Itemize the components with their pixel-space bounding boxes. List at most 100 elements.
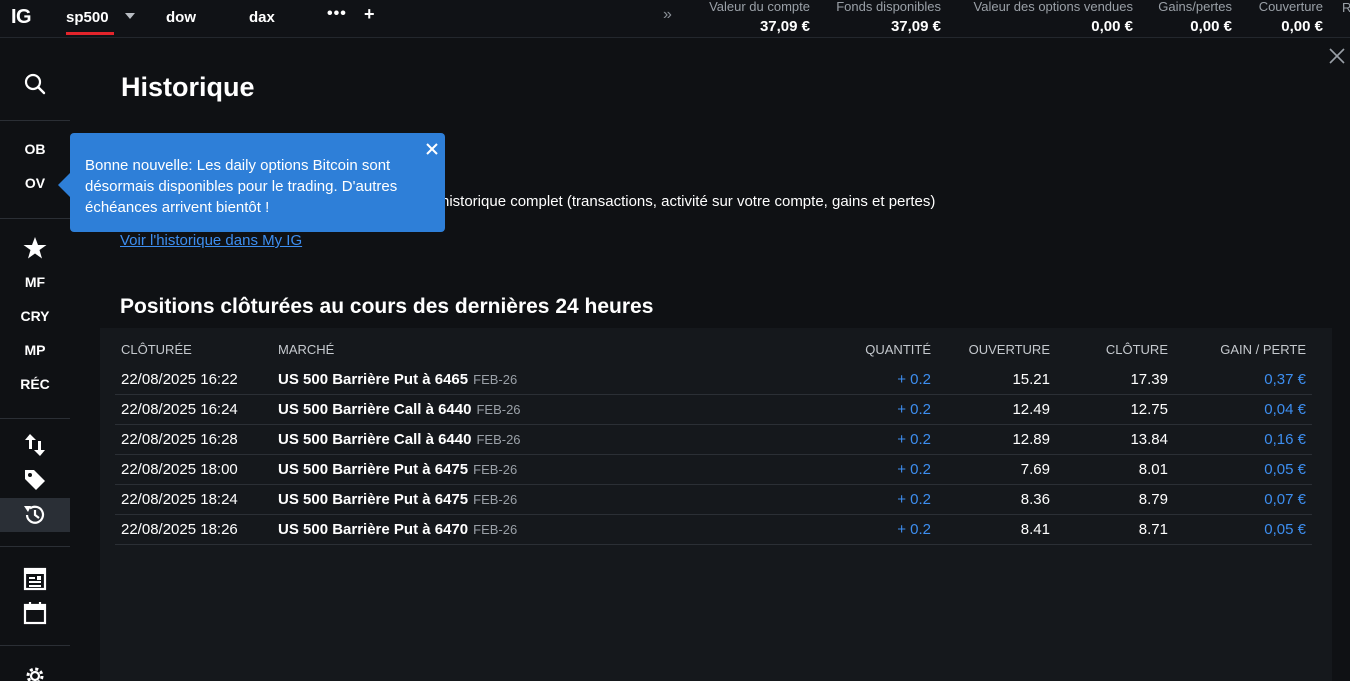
cell-profit-loss: 0,37 € — [1264, 371, 1306, 388]
close-icon[interactable] — [424, 141, 440, 157]
sidebar-divider — [0, 120, 70, 121]
metric-available-funds: Fonds disponibles 37,09 € — [836, 0, 941, 37]
metric-value: 37,09 € — [759, 18, 810, 35]
metric-account-value: Valeur du compte 37,09 € — [709, 0, 810, 37]
sidebar-item-ob[interactable]: OB — [0, 141, 70, 157]
sidebar-divider — [0, 218, 70, 219]
cell-closed-date: 22/08/2025 16:28 — [121, 431, 238, 448]
column-header-close: CLÔTURE — [1105, 342, 1168, 357]
cell-close: 8.01 — [1138, 461, 1168, 478]
market-expiry: FEB-26 — [473, 372, 518, 387]
expand-metrics-button[interactable]: » — [663, 6, 672, 24]
sidebar-item-rec[interactable]: RÉC — [0, 376, 70, 392]
active-tab-indicator — [66, 32, 114, 35]
history-icon[interactable] — [22, 502, 48, 528]
sidebar-item-cry[interactable]: CRY — [0, 308, 70, 324]
top-bar: IG sp500 dow dax ••• + » Valeur du compt… — [0, 0, 1350, 38]
cell-market[interactable]: US 500 Barrière Put à 6475 FEB-26 — [278, 491, 517, 508]
cell-open: 7.69 — [1020, 461, 1050, 478]
market-expiry: FEB-26 — [473, 462, 518, 477]
cell-profit-loss: 0,04 € — [1264, 401, 1306, 418]
calendar-icon[interactable] — [22, 600, 48, 626]
table-row[interactable]: 22/08/2025 16:28 US 500 Barrière Call à … — [115, 425, 1312, 455]
metric-label: Fonds disponibles — [836, 0, 941, 14]
sidebar-divider — [0, 418, 70, 419]
cell-market[interactable]: US 500 Barrière Put à 6470 FEB-26 — [278, 521, 517, 538]
tooltip-arrow — [58, 173, 70, 197]
ig-logo[interactable]: IG — [11, 6, 32, 29]
cell-closed-date: 22/08/2025 18:26 — [121, 521, 238, 538]
sidebar-item-mp[interactable]: MP — [0, 342, 70, 358]
cell-market[interactable]: US 500 Barrière Call à 6440 FEB-26 — [278, 431, 521, 448]
metric-value: 0,00 € — [1190, 18, 1232, 35]
table-row[interactable]: 22/08/2025 18:26 US 500 Barrière Put à 6… — [115, 515, 1312, 545]
cell-closed-date: 22/08/2025 16:22 — [121, 371, 238, 388]
cell-close: 13.84 — [1130, 431, 1168, 448]
column-header-open: OUVERTURE — [968, 342, 1050, 357]
cell-closed-date: 22/08/2025 18:24 — [121, 491, 238, 508]
settings-icon[interactable] — [22, 663, 48, 681]
cell-market[interactable]: US 500 Barrière Put à 6475 FEB-26 — [278, 461, 517, 478]
market-name: US 500 Barrière Put à 6470 — [278, 521, 469, 538]
cell-quantity: + 0.2 — [897, 431, 931, 448]
star-icon[interactable] — [22, 235, 48, 261]
cell-profit-loss: 0,07 € — [1264, 491, 1306, 508]
cell-profit-loss: 0,16 € — [1264, 431, 1306, 448]
market-name: US 500 Barrière Put à 6465 — [278, 371, 469, 388]
tooltip-message: Bonne nouvelle: Les daily options Bitcoi… — [85, 157, 398, 216]
history-intro-text: historique complet (transactions, activi… — [441, 193, 936, 210]
metric-value: 0,00 € — [1281, 18, 1323, 35]
metric-label: Valeur des options vendues — [973, 0, 1133, 14]
cell-closed-date: 22/08/2025 16:24 — [121, 401, 238, 418]
news-icon[interactable] — [22, 566, 48, 592]
cell-profit-loss: 0,05 € — [1264, 521, 1306, 538]
metric-margin: Couverture 0,00 € — [1259, 0, 1323, 37]
cell-open: 15.21 — [1012, 371, 1050, 388]
cell-close: 12.75 — [1130, 401, 1168, 418]
cell-market[interactable]: US 500 Barrière Put à 6465 FEB-26 — [278, 371, 517, 388]
market-expiry: FEB-26 — [473, 492, 518, 507]
cell-quantity: + 0.2 — [897, 491, 931, 508]
cell-closed-date: 22/08/2025 18:00 — [121, 461, 238, 478]
cell-close: 17.39 — [1130, 371, 1168, 388]
tab-sp500[interactable]: sp500 — [66, 9, 109, 26]
chevron-down-icon[interactable] — [125, 13, 135, 19]
cell-open: 8.36 — [1020, 491, 1050, 508]
sidebar-divider — [0, 645, 70, 646]
market-name: US 500 Barrière Put à 6475 — [278, 461, 469, 478]
tab-dax[interactable]: dax — [249, 9, 275, 26]
cell-quantity: + 0.2 — [897, 371, 931, 388]
close-icon[interactable] — [1327, 46, 1347, 66]
bitcoin-options-tooltip: Bonne nouvelle: Les daily options Bitcoi… — [70, 133, 445, 232]
view-history-link[interactable]: Voir l'historique dans My IG — [120, 232, 302, 249]
tab-dow[interactable]: dow — [166, 9, 196, 26]
metric-value: 0,00 € — [1091, 18, 1133, 35]
cell-open: 12.49 — [1012, 401, 1050, 418]
metric-cut-label: R — [1342, 0, 1350, 15]
metric-options-sold-value: Valeur des options vendues 0,00 € — [974, 0, 1133, 37]
column-header-quantity: QUANTITÉ — [865, 342, 931, 357]
market-expiry: FEB-26 — [473, 522, 518, 537]
table-row[interactable]: 22/08/2025 16:24 US 500 Barrière Call à … — [115, 395, 1312, 425]
market-name: US 500 Barrière Call à 6440 — [278, 401, 472, 418]
market-name: US 500 Barrière Put à 6475 — [278, 491, 469, 508]
cell-close: 8.79 — [1138, 491, 1168, 508]
sidebar: OB OV MF CRY MP RÉC — [0, 38, 70, 681]
table-row[interactable]: 22/08/2025 18:00 US 500 Barrière Put à 6… — [115, 455, 1312, 485]
sidebar-item-mf[interactable]: MF — [0, 274, 70, 290]
add-tab-button[interactable]: + — [364, 4, 375, 25]
market-name: US 500 Barrière Call à 6440 — [278, 431, 472, 448]
cell-market[interactable]: US 500 Barrière Call à 6440 FEB-26 — [278, 401, 521, 418]
more-tabs-button[interactable]: ••• — [327, 5, 347, 23]
metric-value: 37,09 € — [890, 18, 941, 35]
cell-open: 12.89 — [1012, 431, 1050, 448]
table-row[interactable]: 22/08/2025 18:24 US 500 Barrière Put à 6… — [115, 485, 1312, 515]
cell-quantity: + 0.2 — [897, 521, 931, 538]
market-expiry: FEB-26 — [476, 432, 521, 447]
table-row[interactable]: 22/08/2025 16:22 US 500 Barrière Put à 6… — [115, 365, 1312, 395]
cell-quantity: + 0.2 — [897, 401, 931, 418]
search-icon[interactable] — [22, 71, 48, 97]
tag-icon[interactable] — [22, 467, 48, 493]
metric-label: Valeur du compte — [709, 0, 810, 14]
transfer-icon[interactable] — [22, 432, 48, 458]
